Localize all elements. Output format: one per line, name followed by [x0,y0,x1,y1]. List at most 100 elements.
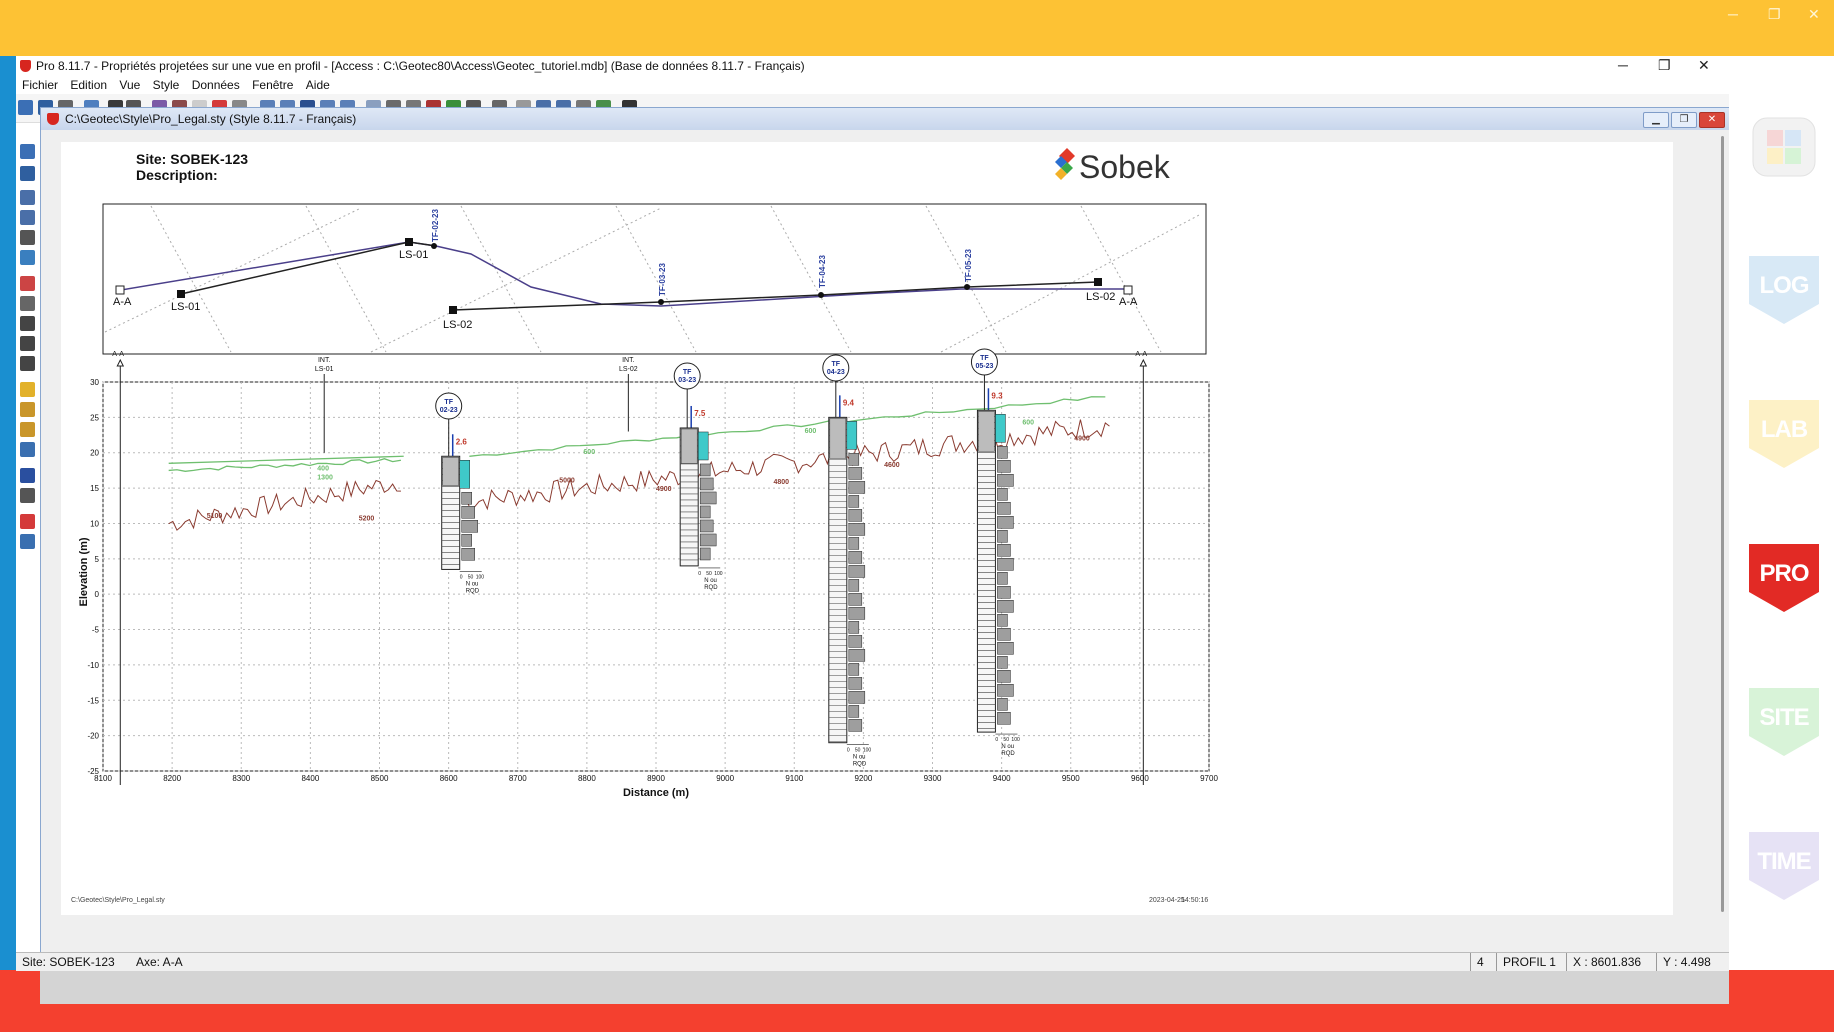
footer-path: C:\Geotec\Style\Pro_Legal.sty [71,897,165,904]
rqd-bar [699,477,714,491]
window-icon[interactable] [20,210,35,225]
desktop-close-button[interactable]: ✕ [1808,6,1820,23]
menu-fichier[interactable]: Fichier [22,76,58,94]
lab-badge[interactable]: LAB [1749,400,1819,470]
x-tick-label: 9600 [1131,774,1149,783]
x-tick-label: 9700 [1200,774,1218,783]
rqd-bar [848,481,866,494]
document-icon [47,113,59,125]
rqd-bar [997,572,1008,585]
doc-restore-button[interactable]: ❐ [1671,112,1697,128]
scale-0: 0 [995,737,998,743]
close-button[interactable]: ✕ [1698,56,1710,74]
cyan-bar [459,460,470,489]
doc-minimize-button[interactable]: ▁ [1643,112,1669,128]
axis-icon[interactable] [20,442,35,457]
scale-rqd: RQD [853,762,867,768]
table-icon[interactable] [20,190,35,205]
x-tick-label: 8700 [509,774,527,783]
menu-vue[interactable]: Vue [119,76,140,94]
y-tick-label: 10 [90,519,99,528]
cyan-bar [697,431,709,461]
heart-icon[interactable] [20,514,35,529]
int-label: LS-01 [315,366,334,373]
log-badge[interactable]: LOG [1749,256,1819,326]
report-icon[interactable] [20,402,35,417]
fill-layer [978,411,995,452]
rqd-bar [699,491,717,505]
plan-frame [102,203,1207,355]
scale-0: 0 [460,574,463,580]
diamond-icon[interactable] [20,468,35,483]
data-icon[interactable] [20,534,35,549]
rqd-bar [997,502,1011,515]
value-label: 1300 [317,475,333,482]
rectangle-icon[interactable] [20,276,35,291]
scale-100: 100 [714,571,723,577]
rqd-bar [997,600,1014,613]
menu-aide[interactable]: Aide [306,76,330,94]
aa-marker-label: A-A [112,351,124,358]
move-icon[interactable] [20,316,35,331]
site-label: Site: SOBEK-123 [136,151,248,167]
borehole-id-top: TF [832,361,841,368]
rqd-bar [848,635,863,648]
menu-style[interactable]: Style [153,76,180,94]
grid-table-icon[interactable] [20,488,35,503]
scale-rqd: RQD [704,585,718,591]
rqd-bar [699,505,711,519]
x-tick-label: 9500 [1062,774,1080,783]
fit-icon[interactable] [20,356,35,371]
y-tick-label: -15 [87,696,99,705]
desktop-left-strip [0,56,16,970]
menu-fenetre[interactable]: Fenêtre [252,76,293,94]
plan-tf03-point [658,299,664,305]
plan-ls01-b: LS-01 [399,249,428,261]
pan-icon[interactable] [20,250,35,265]
zoom-icon[interactable] [20,230,35,245]
plan-aa-left: A-A [113,296,132,308]
app-title-bar: Pro 8.11.7 - Propriétés projetées sur un… [16,56,1729,76]
plan-ls02-a: LS-02 [443,319,472,331]
pro-badge[interactable]: PRO [1749,544,1819,614]
sobek-logo: Sobek [1055,148,1171,185]
frame-icon[interactable] [20,296,35,311]
minimize-button[interactable]: ─ [1618,56,1628,74]
status-bar: Site: SOBEK-123 Axe: A-A 4 PROFIL 1 X : … [16,952,1729,971]
app-title: Pro 8.11.7 - Propriétés projetées sur un… [36,59,805,73]
doc-close-button[interactable]: ✕ [1699,112,1725,128]
water-depth-label: 9.4 [843,398,855,407]
note-icon[interactable] [20,382,35,397]
rqd-bar [699,547,711,561]
time-badge[interactable]: TIME [1749,832,1819,902]
disk-icon[interactable] [20,166,35,181]
geotec-logo-icon[interactable] [1749,112,1819,182]
value-label: 400 [317,465,329,472]
app-logo-icon [20,60,31,72]
scroll-thumb[interactable] [1721,136,1724,912]
desktop-restore-button[interactable]: ❐ [1768,6,1781,23]
value-label: 4600 [884,462,900,469]
vertical-scrollbar[interactable] [1718,132,1728,922]
rqd-bar [997,488,1008,501]
menu-edition[interactable]: Edition [70,76,107,94]
restore-button[interactable]: ❐ [1658,56,1671,74]
plan-tf02-label: TF-02-23 [431,209,440,242]
status-y: Y : 4.498 [1656,953,1717,971]
menu-donnees[interactable]: Données [192,76,240,94]
description-label: Description: [136,167,218,183]
rqd-bar [997,586,1011,599]
rqd-bar [848,565,866,578]
lab-badge-label: LAB [1760,416,1808,443]
plan-ls01-end [405,238,413,246]
site-badge[interactable]: SITE [1749,688,1819,758]
rqd-bar [997,558,1014,571]
sheet-icon[interactable] [20,422,35,437]
scale-50: 50 [1003,737,1009,743]
lift-icon[interactable] [20,336,35,351]
desktop-minimize-button[interactable]: ─ [1728,6,1738,22]
scale-50: 50 [468,574,474,580]
water-depth-label: 2.6 [456,437,468,446]
open-icon[interactable] [18,100,33,115]
open-file-icon[interactable] [20,144,35,159]
